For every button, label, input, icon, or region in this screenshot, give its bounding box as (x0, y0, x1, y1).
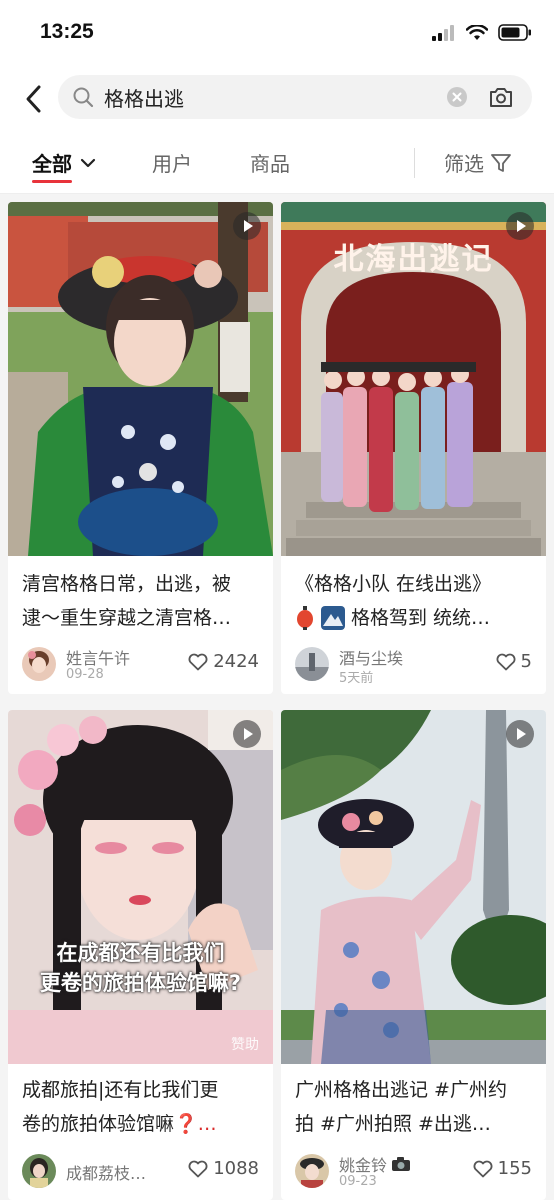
sponsored-badge: 赞助 (231, 1037, 259, 1053)
chevron-down-icon (80, 158, 96, 167)
tab-divider (414, 148, 415, 178)
play-icon (506, 212, 534, 240)
cover-overlay-line2: 更卷的旅拍体验馆嘛? (39, 971, 242, 995)
status-time: 13:25 (40, 20, 94, 43)
author-name[interactable]: 成都荔枝… (66, 1160, 146, 1184)
active-tab-indicator (32, 180, 72, 183)
heart-icon (188, 1160, 208, 1177)
camera-icon[interactable] (488, 84, 514, 110)
results-feed: 清宫格格日常，出逃，被 逮～重生穿越之清宫格… 姓言午许 09-28 2424 (0, 194, 554, 1200)
cover-overlay-line1: 在成都还有比我们 (56, 941, 225, 965)
like-count: 155 (497, 1158, 532, 1179)
play-icon (233, 212, 261, 240)
search-header (0, 64, 554, 134)
card-image (8, 202, 273, 556)
like-count: 5 (520, 651, 532, 672)
avatar[interactable] (22, 1154, 56, 1188)
card-image: 北海出逃记 (281, 202, 546, 556)
tab-all-label: 全部 (32, 152, 72, 176)
filter-button[interactable]: 筛选 (444, 148, 512, 177)
result-card[interactable]: 清宫格格日常，出逃，被 逮～重生穿越之清宫格… 姓言午许 09-28 2424 (8, 202, 273, 694)
post-date: 09-28 (66, 667, 104, 682)
battery-icon (498, 24, 531, 41)
heart-icon (473, 1160, 493, 1177)
result-card[interactable]: 在成都还有比我们 更卷的旅拍体验馆嘛? 赞助 成都旅拍|还有比我们更 卷的旅拍体… (8, 710, 273, 1200)
author-row[interactable]: 姚金铃 (339, 1152, 411, 1176)
card-title-line2: 拍 #广州拍照 #出逃… (295, 1113, 491, 1135)
search-icon (73, 87, 94, 108)
filter-icon (491, 153, 511, 172)
like-button[interactable]: 155 (473, 1158, 532, 1179)
tab-products[interactable]: 商品 (250, 148, 290, 177)
lantern-emoji-icon (295, 606, 315, 630)
back-icon[interactable] (20, 82, 48, 116)
card-title-line1: 成都旅拍|还有比我们更 (22, 1079, 219, 1101)
avatar[interactable] (295, 1154, 329, 1188)
play-icon (506, 720, 534, 748)
card-meta: 酒与尘埃 5天前 5 (295, 647, 532, 687)
wifi-icon (466, 24, 488, 40)
play-icon (233, 720, 261, 748)
like-button[interactable]: 5 (496, 651, 532, 672)
tab-all[interactable]: 全部 (32, 148, 96, 177)
card-image (281, 710, 546, 1064)
card-title-line2-row: 格格驾到 统统… (295, 602, 490, 634)
mountain-emoji-icon (321, 606, 345, 630)
heart-icon (188, 653, 208, 670)
card-meta: 姓言午许 09-28 2424 (22, 647, 259, 687)
cover-overlay-text: 北海出逃记 (333, 242, 494, 277)
search-box[interactable] (58, 75, 532, 119)
author-name[interactable]: 酒与尘埃 (339, 645, 403, 669)
tabs-bar: 全部 用户 商品 筛选 (0, 134, 554, 194)
post-date: 09-23 (339, 1174, 377, 1189)
card-title-line1: 广州格格出逃记 #广州约 (295, 1079, 507, 1101)
post-date: 5天前 (339, 671, 374, 686)
card-title-line2-row: 卷的旅拍体验馆嘛 ❓… (22, 1108, 217, 1140)
card-image: 在成都还有比我们 更卷的旅拍体验馆嘛? 赞助 (8, 710, 273, 1064)
tab-users[interactable]: 用户 (152, 148, 192, 177)
search-input[interactable] (104, 83, 434, 111)
card-title-line2: 卷的旅拍体验馆嘛 (22, 1113, 175, 1135)
filter-label: 筛选 (444, 152, 484, 176)
camera-emoji-icon (392, 1157, 411, 1171)
clear-icon[interactable] (447, 87, 467, 107)
signal-icon (432, 24, 454, 41)
card-title-line2-suffix: ❓… (174, 1113, 217, 1135)
card-title-line1: 《格格小队 在线出逃》 (295, 573, 492, 595)
card-meta: 成都荔枝… 1088 (22, 1154, 259, 1194)
like-count: 1088 (213, 1158, 259, 1179)
author-name: 姚金铃 (339, 1156, 388, 1175)
card-title-line1: 清宫格格日常，出逃，被 (22, 573, 232, 595)
like-count: 2424 (213, 651, 259, 672)
author-name[interactable]: 姓言午许 (66, 645, 130, 669)
result-card[interactable]: 广州格格出逃记 #广州约 拍 #广州拍照 #出逃… 姚金铃 09-23 155 (281, 710, 546, 1200)
result-card[interactable]: 北海出逃记 《格格小队 在线出逃》 格格驾到 统统… 酒与尘埃 5天前 5 (281, 202, 546, 694)
card-meta: 姚金铃 09-23 155 (295, 1154, 532, 1194)
card-title-line2: 逮～重生穿越之清宫格… (22, 607, 232, 629)
heart-icon (496, 653, 516, 670)
avatar[interactable] (22, 647, 56, 681)
card-title-line2: 格格驾到 统统… (351, 607, 491, 629)
status-icons (432, 24, 532, 41)
avatar[interactable] (295, 647, 329, 681)
status-bar: 13:25 (0, 0, 554, 64)
like-button[interactable]: 1088 (188, 1158, 259, 1179)
cover-overlay-text: 在成都还有比我们 更卷的旅拍体验馆嘛? (8, 938, 273, 998)
like-button[interactable]: 2424 (188, 651, 259, 672)
